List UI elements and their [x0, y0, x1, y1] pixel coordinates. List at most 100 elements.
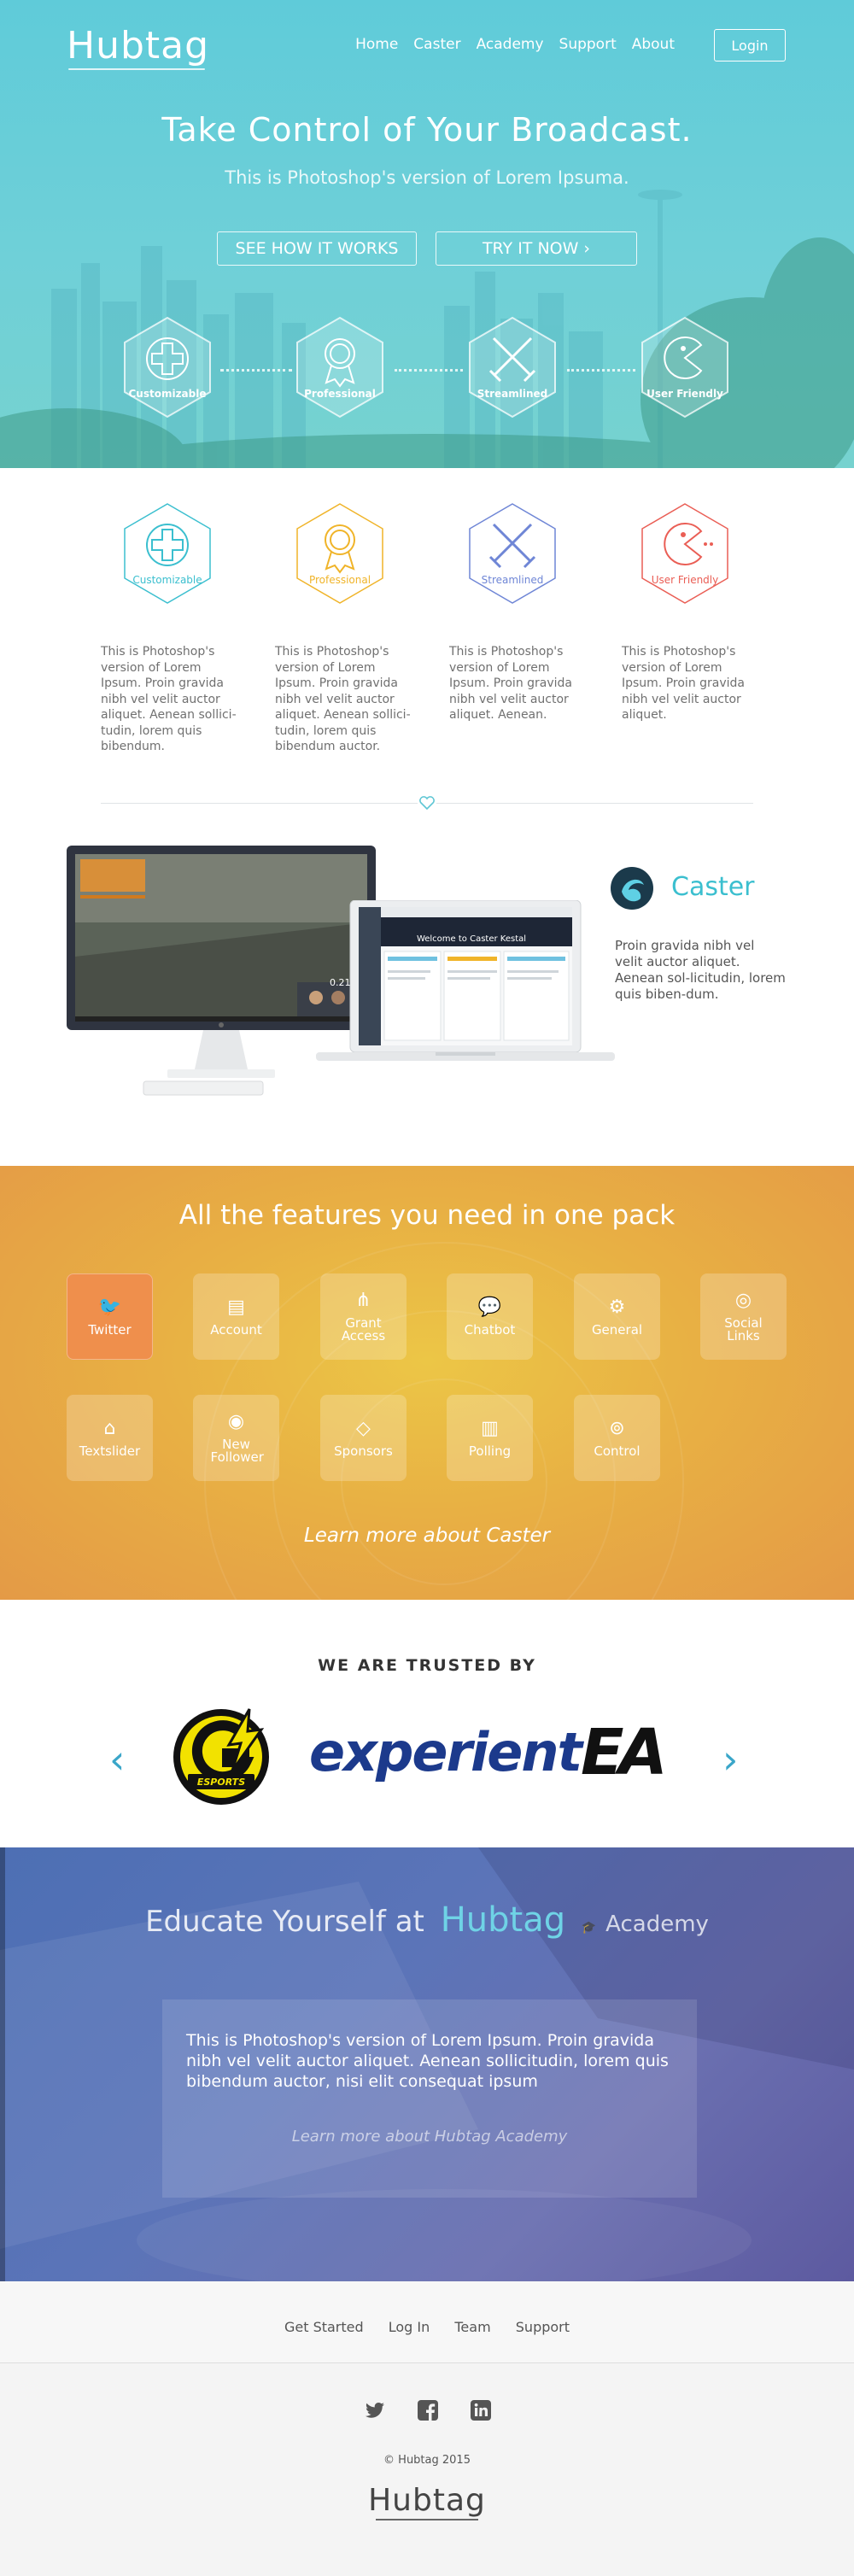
feature-tile-new-follower[interactable]: ◉ New Follower: [193, 1395, 279, 1481]
dotted-connector: [220, 369, 292, 372]
globe-icon: ◎: [734, 1290, 752, 1311]
tile-label: New Follower: [210, 1437, 264, 1465]
nav-academy[interactable]: Academy: [477, 36, 544, 53]
carousel-next-arrow[interactable]: ›: [722, 1736, 738, 1783]
learn-more-caster-link[interactable]: Learn more about Caster: [0, 1525, 854, 1547]
footer-log-in-link[interactable]: Log In: [389, 2319, 430, 2335]
feature-badge-customizable: Customizable: [120, 501, 215, 606]
facebook-icon[interactable]: [417, 2399, 439, 2421]
badge-label: Streamlined: [477, 388, 548, 400]
footer-get-started-link[interactable]: Get Started: [284, 2319, 364, 2335]
academy-info-box: This is Photoshop's version of Lorem Ips…: [162, 1999, 697, 2198]
feature-tile-general[interactable]: ⚙ General: [574, 1273, 660, 1360]
share-icon: ⋔: [355, 1290, 371, 1311]
academy-hubtag-brand: Hubtag: [440, 1900, 566, 1940]
tile-label: Chatbot: [464, 1321, 516, 1338]
chat-icon: 💬: [477, 1296, 502, 1318]
badge-label: User Friendly: [646, 388, 723, 400]
see-how-it-works-button[interactable]: SEE HOW IT WORKS: [217, 231, 417, 266]
tile-label: Textslider: [79, 1443, 141, 1459]
hubtag-logo[interactable]: Hubtag: [67, 24, 209, 67]
hero-badge-streamlined: Streamlined: [465, 314, 560, 420]
academy-suffix: Academy: [605, 1912, 709, 1937]
eye-icon: ◉: [227, 1411, 245, 1432]
nav-support[interactable]: Support: [559, 36, 617, 53]
feature-tile-chatbot[interactable]: 💬 Chatbot: [447, 1273, 533, 1360]
main-nav: Home Caster Academy Support About: [340, 36, 675, 53]
footer-team-link[interactable]: Team: [454, 2319, 490, 2335]
dotted-connector: [395, 369, 463, 372]
academy-section: Educate Yourself at Hubtag 🎓 Academy Thi…: [0, 1847, 854, 2281]
nav-caster[interactable]: Caster: [413, 36, 460, 53]
footer-support-link[interactable]: Support: [516, 2319, 570, 2335]
nav-home[interactable]: Home: [355, 36, 398, 53]
trusted-title: WE ARE TRUSTED BY: [318, 1656, 536, 1675]
esports-logo-text: ESPORTS: [196, 1777, 246, 1788]
pacman-icon: [641, 316, 728, 419]
trusted-by-section: WE ARE TRUSTED BY ‹ › ESPORTS experient …: [0, 1600, 854, 1847]
medal-icon: [296, 316, 383, 419]
gear-icon: ⚙: [608, 1296, 626, 1318]
hexagon-icon: [124, 316, 211, 419]
badge-label: User Friendly: [651, 574, 719, 586]
experient-logo: experient: [309, 1721, 582, 1783]
feature-description-streamlined: This is Photoshop's version of Lorem Ips…: [449, 645, 573, 722]
feature-tile-grant-access[interactable]: ⋔ Grant Access: [320, 1273, 407, 1360]
crossed-swords-icon: [469, 503, 556, 604]
footer-links-bar: Get Started Log In Team Support: [0, 2281, 854, 2363]
academy-title: Educate Yourself at Hubtag 🎓 Academy: [0, 1900, 854, 1940]
learn-more-academy-link[interactable]: Learn more about Hubtag Academy: [162, 2128, 697, 2146]
feature-tile-control[interactable]: ⊚ Control: [574, 1395, 660, 1481]
feature-pack-title: All the features you need in one pack: [178, 1200, 676, 1231]
twitter-icon[interactable]: [364, 2399, 386, 2421]
footer-bottom: © Hubtag 2015 Hubtag: [0, 2363, 854, 2576]
logo-underline: [68, 68, 205, 70]
feature-pack-section: All the features you need in one pack 🐦 …: [0, 1166, 854, 1600]
laptop-image: [316, 900, 615, 1061]
footer-hubtag-logo[interactable]: Hubtag: [0, 2483, 854, 2518]
crossed-swords-icon: [469, 316, 556, 419]
caster-description: Proin gravida nibh vel velit auctor aliq…: [615, 938, 786, 1002]
feature-tile-account[interactable]: ▤ Account: [193, 1273, 279, 1360]
tile-label: Account: [210, 1321, 262, 1338]
badge-label: Streamlined: [481, 574, 544, 586]
gamepad-icon: ⊚: [609, 1417, 625, 1439]
badge-label: Customizable: [132, 574, 202, 586]
tile-label: Polling: [468, 1443, 512, 1459]
feature-tile-sponsors[interactable]: ◇ Sponsors: [320, 1395, 407, 1481]
hero-section: Hubtag Home Caster Academy Support About…: [0, 0, 854, 468]
login-button[interactable]: Login: [714, 29, 786, 61]
tile-label: Sponsors: [334, 1443, 393, 1459]
try-it-now-button[interactable]: TRY IT NOW ›: [436, 231, 637, 266]
feature-tile-twitter[interactable]: 🐦 Twitter: [67, 1273, 153, 1360]
feature-tile-polling[interactable]: ▥ Polling: [447, 1395, 533, 1481]
nav-about[interactable]: About: [632, 36, 675, 53]
academy-description: This is Photoshop's version of Lorem Ips…: [186, 2031, 669, 2091]
features-section: Customizable Professional Streamlined Us…: [0, 468, 854, 781]
feature-description-customizable: This is Photoshop's version of Lorem Ips…: [101, 645, 237, 753]
carousel-prev-arrow[interactable]: ‹: [109, 1736, 125, 1783]
feature-badge-streamlined: Streamlined: [465, 501, 560, 606]
tile-label: Social Links: [724, 1315, 763, 1344]
academy-title-prefix: Educate Yourself at: [145, 1905, 424, 1939]
feature-tile-social-links[interactable]: ◎ Social Links: [700, 1273, 787, 1360]
graduation-cap-icon: 🎓: [581, 1921, 597, 1935]
twitter-icon: 🐦: [97, 1296, 122, 1318]
hero-title: Take Control of Your Broadcast.: [161, 111, 693, 149]
tile-label: General: [591, 1321, 643, 1338]
caster-section: Welcome to Caster Kestal 0.21 Caster Pro…: [0, 781, 854, 1165]
caster-logo-icon: [611, 867, 653, 910]
tile-label: Grant Access: [341, 1315, 386, 1344]
ea-logo: EA: [581, 1716, 668, 1789]
dpad-icon: [124, 503, 211, 604]
hero-badge-professional: Professional: [292, 314, 388, 420]
footer-logo-underline: [376, 2519, 478, 2520]
feature-badge-user-friendly: User Friendly: [637, 501, 733, 606]
feature-tile-textslider[interactable]: ⌂ Textslider: [67, 1395, 153, 1481]
feature-description-professional: This is Photoshop's version of Lorem Ips…: [275, 645, 411, 753]
feature-badge-professional: Professional: [292, 501, 388, 606]
pacman-icon: [641, 503, 728, 604]
copyright-text: © Hubtag 2015: [383, 2454, 471, 2467]
top-navigation-bar: Hubtag Home Caster Academy Support About…: [0, 0, 854, 85]
linkedin-icon[interactable]: [470, 2399, 492, 2421]
